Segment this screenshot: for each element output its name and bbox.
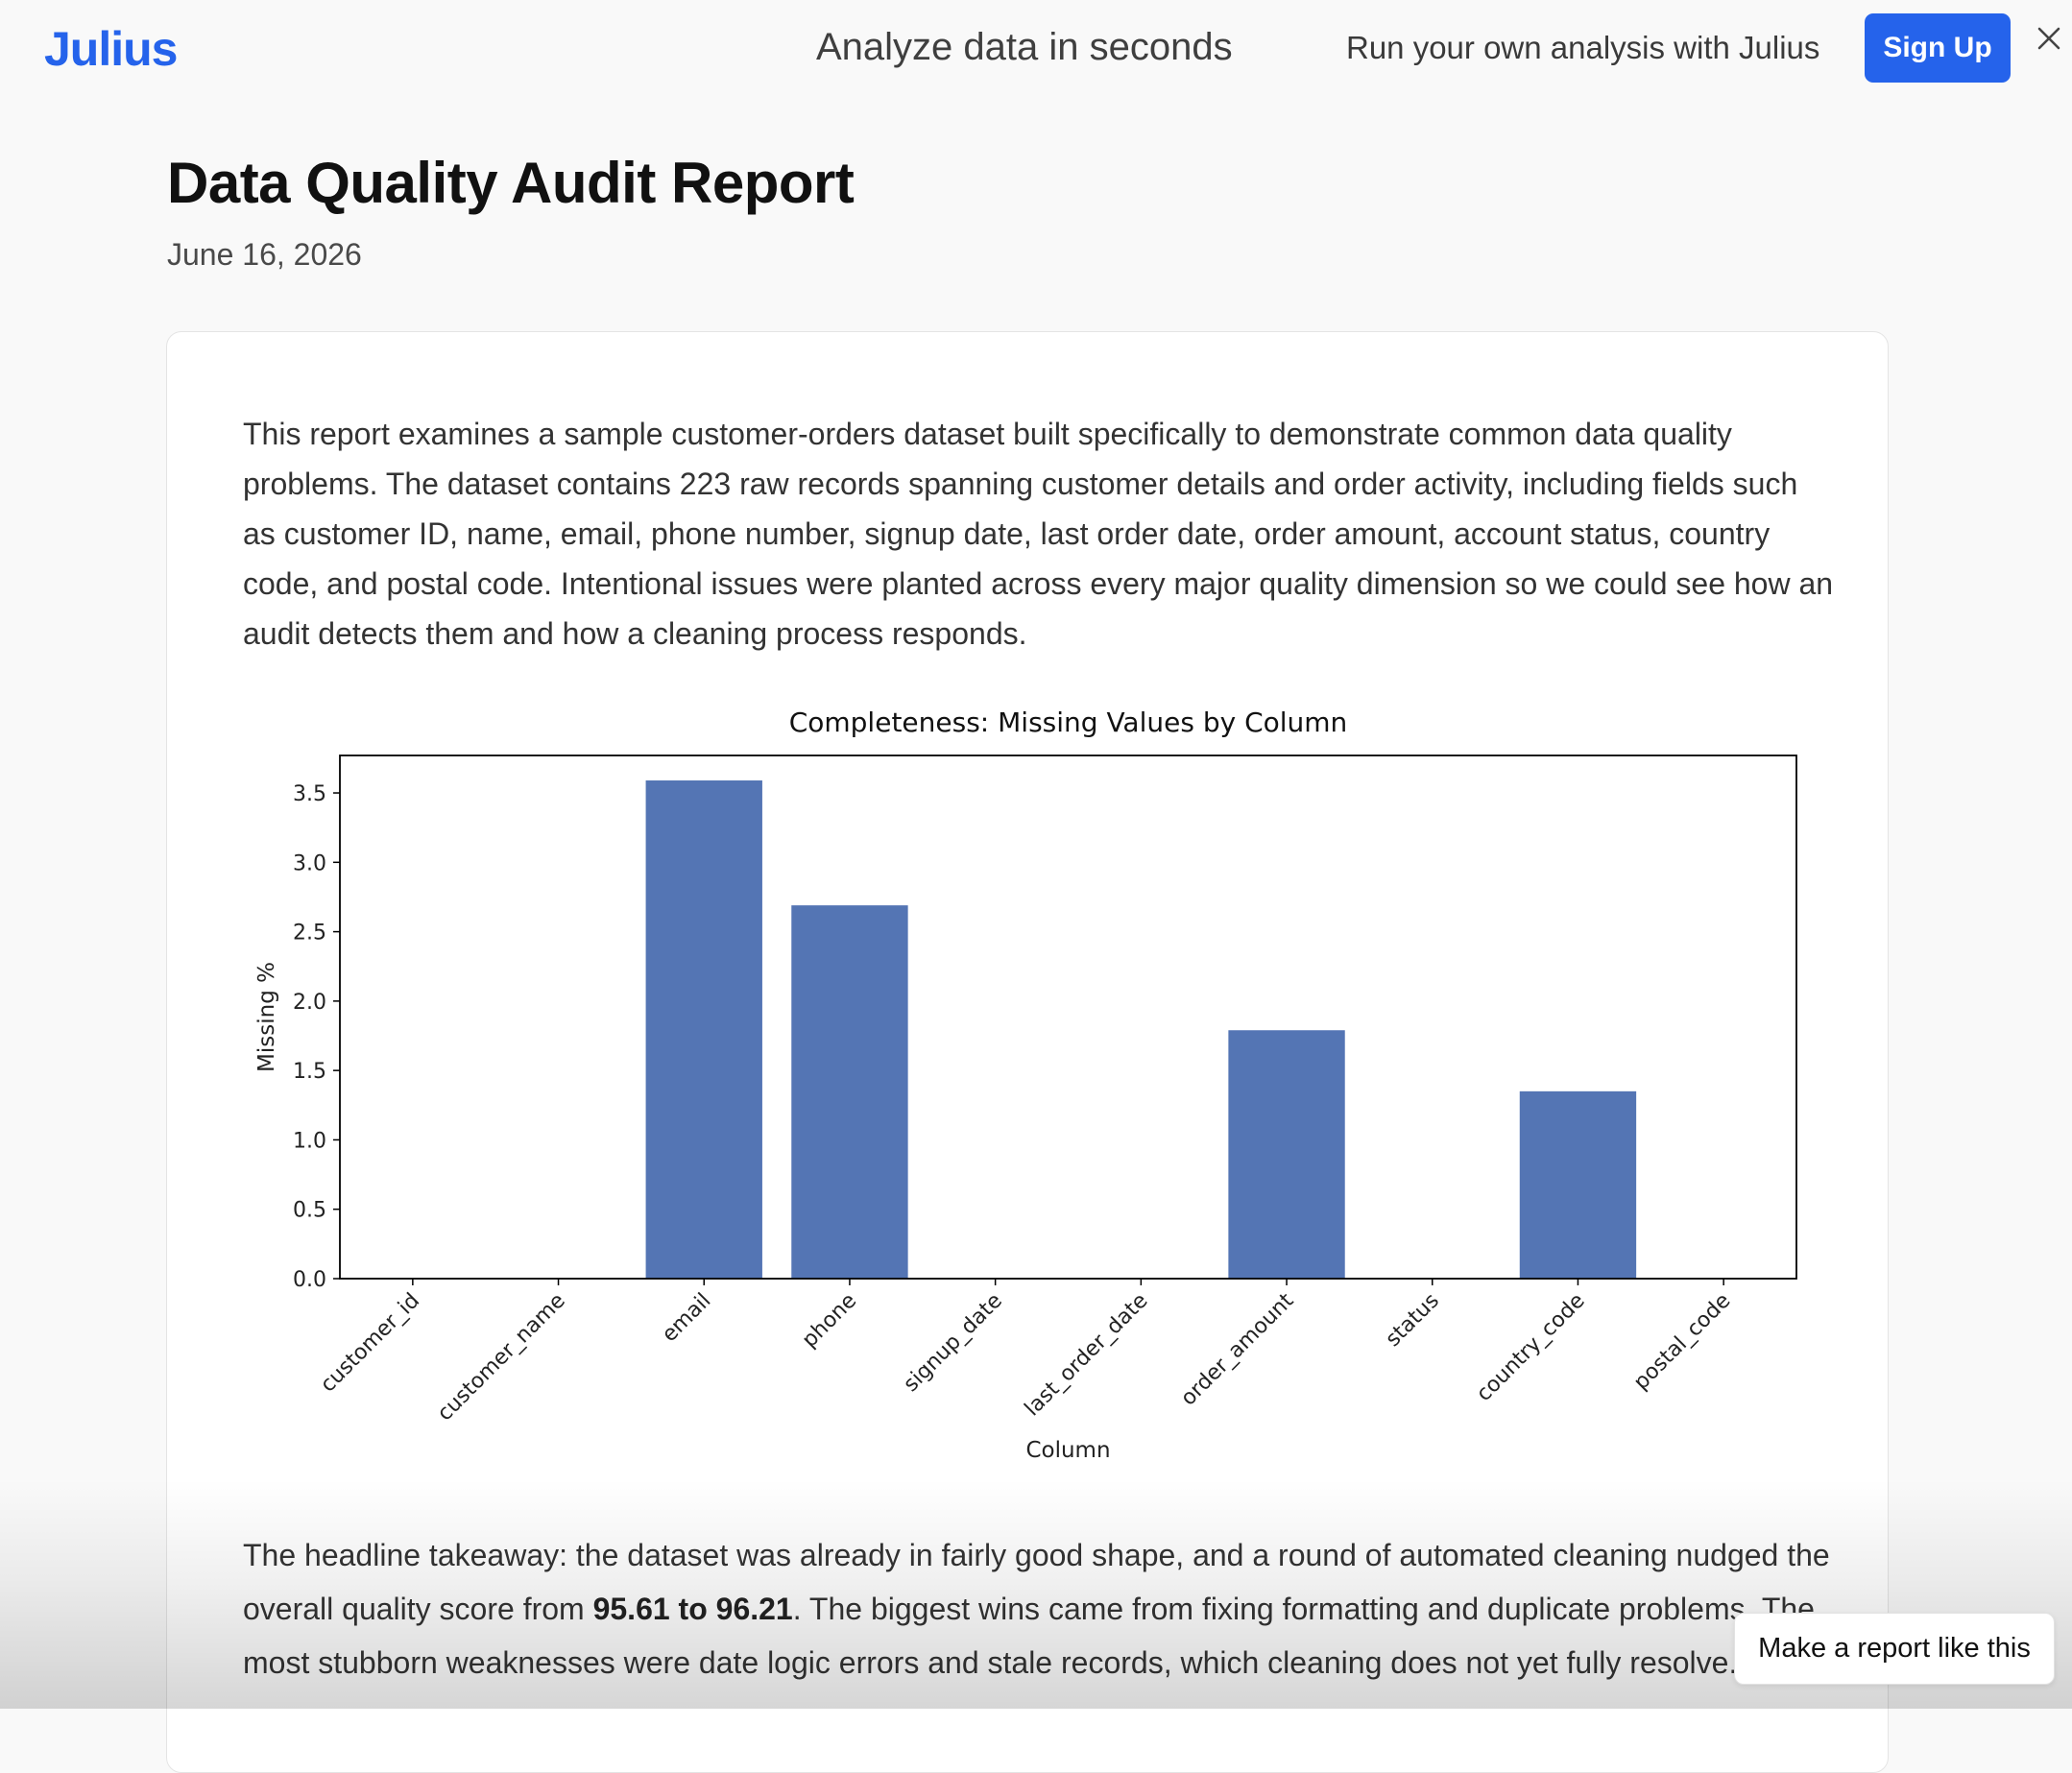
- tagline: Analyze data in seconds: [816, 26, 1233, 68]
- y-tick-label: 3.0: [293, 851, 326, 875]
- bar-country_code: [1519, 1090, 1637, 1279]
- report-date: June 16, 2026: [167, 237, 362, 272]
- page-title: Data Quality Audit Report: [167, 151, 855, 215]
- x-tick-label: customer_id: [316, 1289, 424, 1398]
- bar-email: [645, 780, 762, 1279]
- x-tick-label: country_code: [1472, 1289, 1589, 1406]
- x-tick-label: phone: [798, 1289, 861, 1353]
- y-tick-label: 1.0: [293, 1129, 326, 1153]
- x-tick-label: status: [1382, 1289, 1444, 1352]
- x-tick-label: last_order_date: [1021, 1289, 1153, 1422]
- y-tick-label: 2.5: [293, 922, 326, 946]
- make-report-button[interactable]: Make a report like this: [1734, 1613, 2055, 1685]
- score-change: 95.61 to 96.21: [592, 1592, 793, 1626]
- intro-paragraph: This report examines a sample customer-o…: [243, 417, 1834, 651]
- y-tick-label: 1.5: [293, 1060, 326, 1084]
- x-axis-label: Column: [1025, 1438, 1110, 1463]
- x-tick-label: signup_date: [899, 1289, 1006, 1397]
- x-tick-label: email: [658, 1289, 716, 1348]
- chart-title: Completeness: Missing Values by Column: [789, 707, 1348, 738]
- close-icon[interactable]: [2032, 21, 2066, 56]
- x-tick-label: order_amount: [1176, 1288, 1298, 1410]
- sign-up-button[interactable]: Sign Up: [1865, 13, 2011, 83]
- julius-logo[interactable]: Julius: [44, 21, 178, 77]
- cta-text: Run your own analysis with Julius: [1346, 30, 1820, 65]
- y-tick-label: 0.5: [293, 1199, 326, 1223]
- bar-order_amount: [1228, 1030, 1345, 1279]
- top-bar: Julius Analyze data in seconds Run your …: [0, 0, 2072, 96]
- y-tick-label: 3.5: [293, 782, 326, 806]
- y-tick-label: 2.0: [293, 991, 326, 1015]
- y-axis-label: Missing %: [254, 962, 279, 1072]
- bar-phone: [791, 905, 908, 1279]
- x-tick-label: customer_name: [433, 1289, 570, 1426]
- takeaway-paragraph: The headline takeaway: the dataset was a…: [243, 1528, 1837, 1689]
- x-tick-label: postal_code: [1629, 1289, 1735, 1395]
- y-tick-label: 0.0: [293, 1268, 326, 1292]
- missing-values-bar-chart: Completeness: Missing Values by Column cu…: [254, 707, 1797, 1463]
